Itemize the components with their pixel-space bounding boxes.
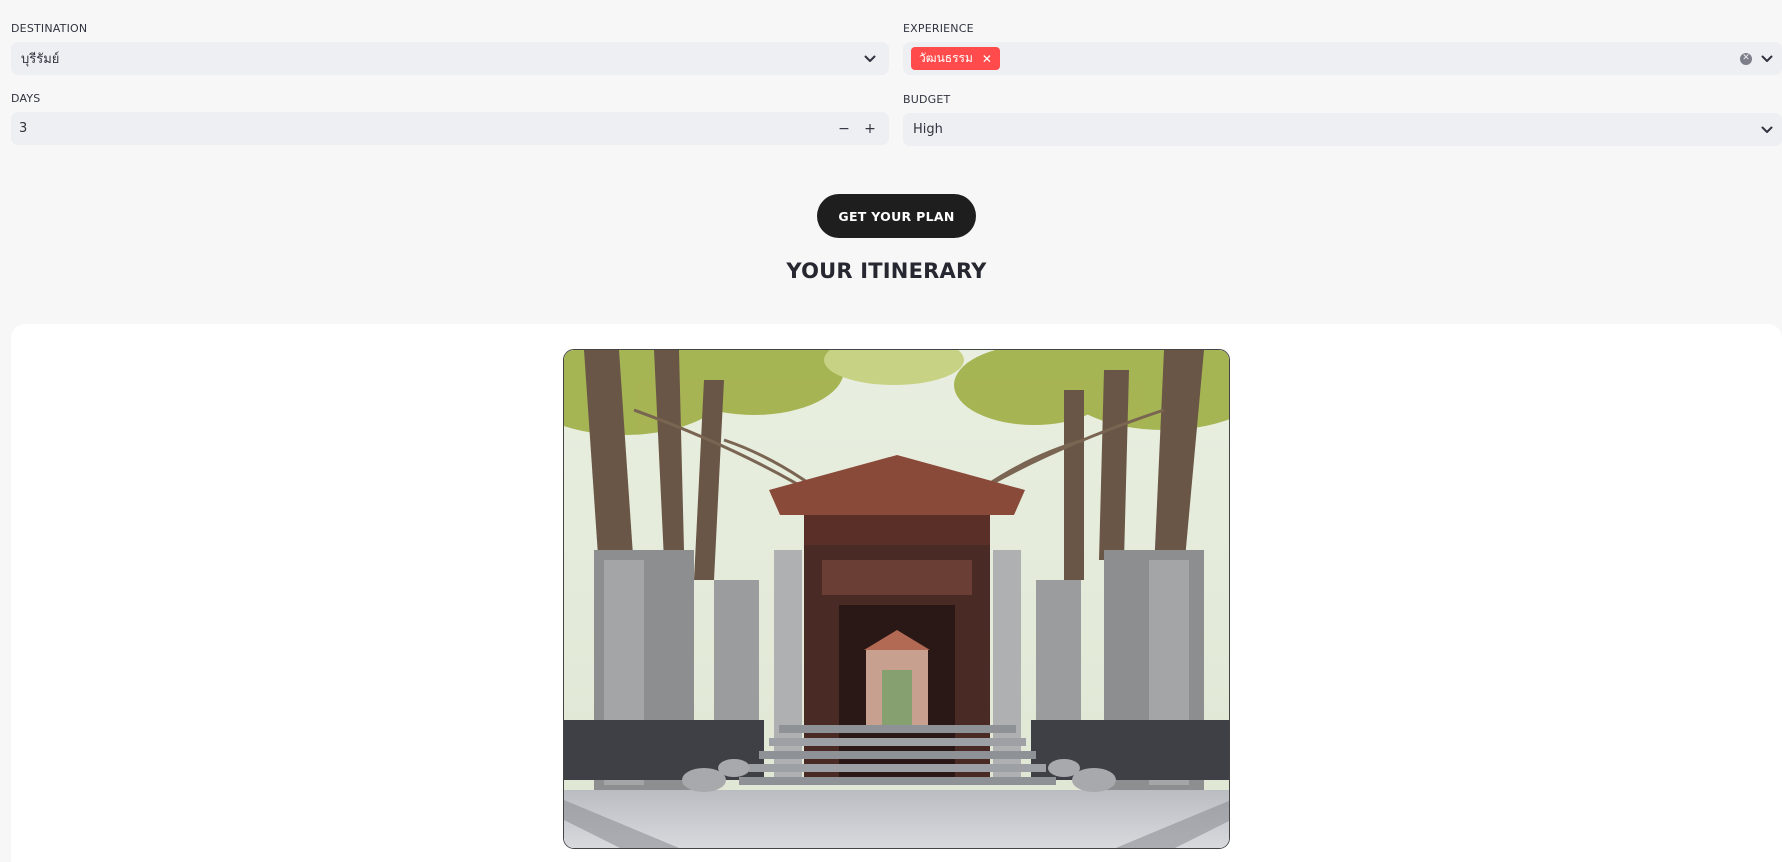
chevron-down-icon[interactable]: [1760, 52, 1774, 66]
destination-select[interactable]: บุรีรัมย์: [11, 42, 889, 75]
experience-label: EXPERIENCE: [903, 22, 974, 35]
itinerary-title: YOUR ITINERARY: [786, 259, 987, 283]
days-number-input[interactable]: 3 − +: [11, 112, 889, 145]
destination-value: บุรีรัมย์: [21, 52, 60, 67]
get-your-plan-button[interactable]: GET YOUR PLAN: [817, 194, 976, 238]
days-label: DAYS: [11, 92, 41, 105]
days-value[interactable]: 3: [11, 121, 831, 136]
temple-gate-image: [563, 349, 1230, 849]
close-icon[interactable]: ✕: [982, 52, 992, 66]
destination-label: DESTINATION: [11, 22, 88, 35]
budget-value: High: [913, 122, 943, 137]
budget-label: BUDGET: [903, 93, 951, 106]
experience-tag-label: วัฒนธรรม: [919, 51, 973, 65]
clear-circle-icon[interactable]: ✕: [1740, 52, 1752, 65]
chevron-down-icon[interactable]: [863, 52, 877, 66]
increment-button[interactable]: +: [857, 121, 883, 137]
decrement-button[interactable]: −: [831, 121, 857, 137]
experience-tag[interactable]: วัฒนธรรม ✕: [911, 47, 1000, 70]
chevron-down-icon[interactable]: [1760, 123, 1774, 137]
budget-select[interactable]: High: [903, 113, 1782, 146]
experience-multiselect[interactable]: วัฒนธรรม ✕ ✕: [903, 42, 1782, 75]
